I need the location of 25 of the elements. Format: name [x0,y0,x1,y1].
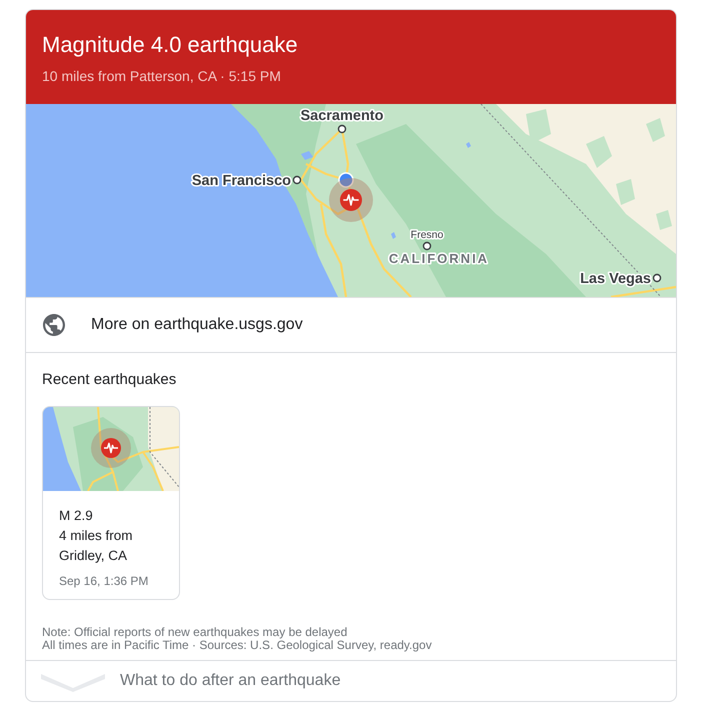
city-dot-icon [652,274,662,282]
earthquake-marker-icon [329,178,373,222]
time-text: Sep 16, 1:36 PM [59,574,150,589]
note-text: Note: Official reports of new earthquakes may be delayed [42,626,348,639]
section-heading: Recent earthquakes [42,371,178,389]
city-dot-icon [338,124,346,134]
magnitude-text: M 2.9 [59,507,94,525]
earthquake-card[interactable]: M 2.9 4 miles from Gridley, CA Sep 16, 1:36 PM [42,406,180,600]
header-title: Magnitude 4.0 earthquake [42,31,299,59]
earthquake-marker-icon [91,428,131,468]
city-dot-icon [292,176,302,184]
location-text: 4 miles from Gridley, CA [59,527,134,565]
row-title: What to do after an earthquake [120,672,341,690]
map-label: Sacramento [300,108,384,124]
map-label: San Francisco [192,173,291,189]
note-text: All times are in Pacific Time · Sources: U.S. Geological Survey, ready.gov [42,639,433,652]
city-dot-icon [422,242,432,250]
source-link[interactable]: More on earthquake.usgs.gov [91,316,303,334]
current-location-dot-icon [338,172,354,188]
globe-icon [43,314,65,336]
header-subtitle: 10 miles from Patterson, CA · 5:15 PM [42,67,282,85]
expandable-row[interactable]: What to do after an earthquake [26,660,676,701]
map-label: CALIFORNIA [388,251,490,266]
map-label: Fresno [410,229,444,241]
map-label: Las Vegas [580,271,651,287]
